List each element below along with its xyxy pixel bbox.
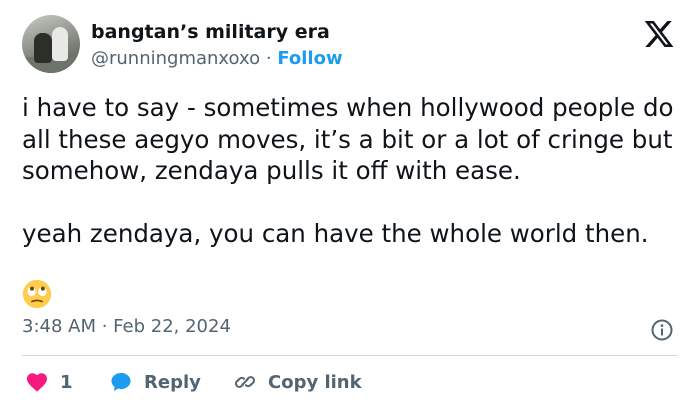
heart-icon [27,373,47,392]
divider [22,355,678,356]
rolling-eyes-emoji-icon [22,279,52,309]
tweet-timestamp[interactable]: 3:48 AM · Feb 22, 2024 [22,316,231,337]
like-button[interactable]: 1 [24,368,73,396]
reply-button[interactable]: Reply [108,368,201,396]
info-icon[interactable] [650,318,674,342]
x-logo-icon[interactable] [643,18,675,50]
avatar[interactable] [22,15,80,73]
author-display-name[interactable]: bangtan’s military era [91,21,330,43]
reply-label: Reply [144,371,201,393]
reply-bubble-icon [111,373,131,391]
author-handle-row: @runningmanxoxo · Follow [91,48,343,69]
link-icon [235,376,255,388]
follow-button[interactable]: Follow [277,48,342,69]
copy-link-button[interactable]: Copy link [232,368,362,396]
handle-separator: · [265,48,272,69]
like-count: 1 [60,371,73,393]
tweet-embed-card: bangtan’s military era @runningmanxoxo ·… [0,0,700,409]
tweet-text: i have to say - sometimes when hollywood… [22,93,674,248]
copy-link-label: Copy link [268,371,362,393]
author-handle[interactable]: @runningmanxoxo [91,48,260,69]
